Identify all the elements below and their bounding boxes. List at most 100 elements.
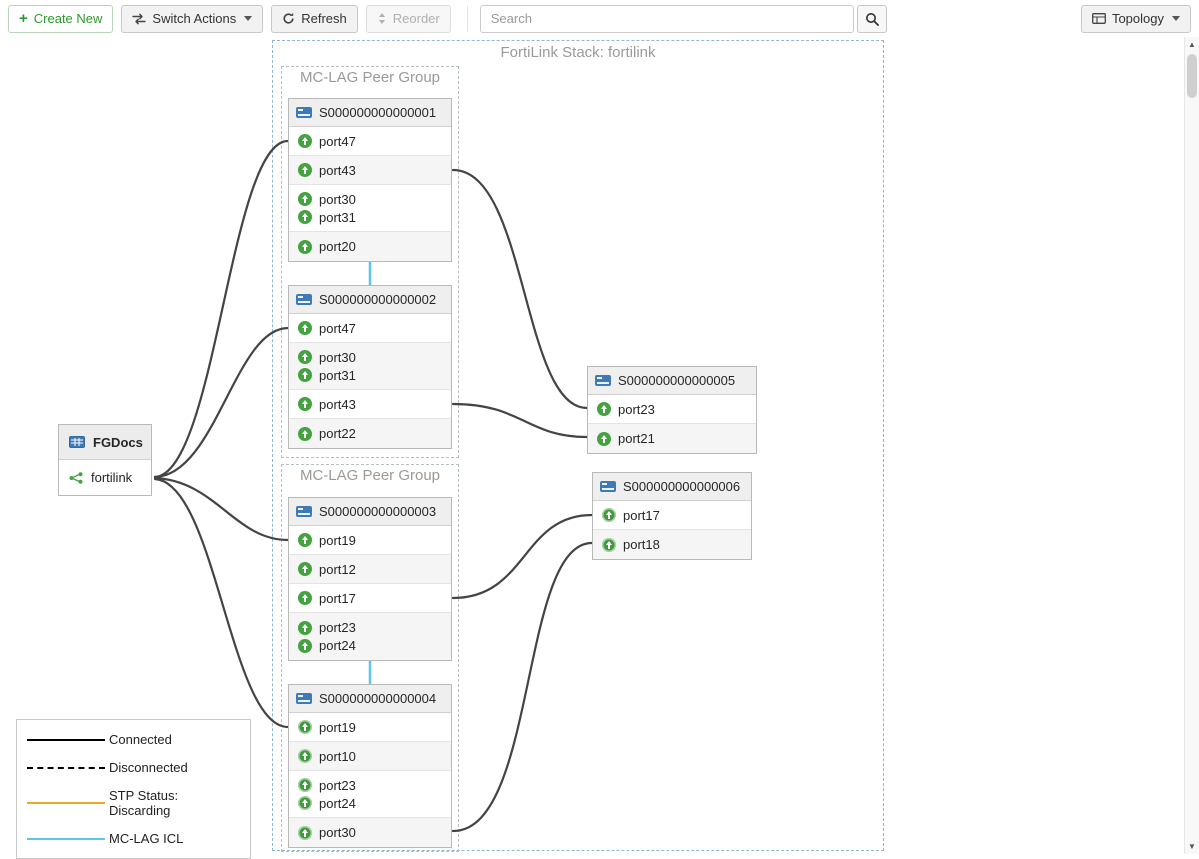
disconnected-line-sample <box>27 767 105 769</box>
switch-actions-button[interactable]: Switch Actions <box>121 5 263 33</box>
port-row[interactable]: port10 <box>289 742 451 771</box>
switch-header[interactable]: S000000000000002 <box>289 286 451 314</box>
switch-header[interactable]: S000000000000001 <box>289 99 451 127</box>
refresh-button[interactable]: Refresh <box>271 5 358 33</box>
port-label: port30 <box>319 350 356 365</box>
port-up-icon <box>597 432 611 446</box>
switch-node-s4[interactable]: S000000000000004 port19 port10 port23 po… <box>288 684 452 848</box>
vertical-scrollbar[interactable]: ▲ ▼ <box>1184 37 1199 854</box>
connection-fortilink-s4-port19 <box>155 479 288 727</box>
legend-label: Connected <box>109 732 172 747</box>
scrollbar-thumb[interactable] <box>1187 54 1197 98</box>
switch-icon <box>595 375 611 386</box>
port-lag-up-icon <box>298 796 312 810</box>
create-new-button[interactable]: + Create New <box>8 5 113 33</box>
switch-icon <box>296 107 312 118</box>
port-row[interactable]: port17 <box>289 584 451 613</box>
switch-node-s1[interactable]: S000000000000001 port47 port43 port30 po… <box>288 98 452 262</box>
port-row[interactable]: port23 port24 <box>289 771 451 818</box>
topology-icon <box>1092 13 1106 24</box>
switch-node-s3[interactable]: S000000000000003 port19 port12 port17 po… <box>288 497 452 661</box>
refresh-label: Refresh <box>301 11 347 26</box>
switch-actions-label: Switch Actions <box>152 11 236 26</box>
port-row[interactable]: port23 port24 <box>289 613 451 660</box>
scroll-down-arrow-icon[interactable]: ▼ <box>1185 839 1199 854</box>
port-label: port23 <box>618 402 655 417</box>
connection-fortilink-s3-port19 <box>155 478 288 540</box>
port-label: port30 <box>319 192 356 207</box>
topology-view-button[interactable]: Topology <box>1081 5 1191 33</box>
switch-icon <box>296 294 312 305</box>
port-row[interactable]: port43 <box>289 390 451 419</box>
switch-actions-icon <box>132 13 146 25</box>
port-row[interactable]: port30 port31 <box>289 185 451 232</box>
port-up-icon <box>597 402 611 416</box>
port-up-icon <box>298 240 312 254</box>
port-row[interactable]: port12 <box>289 555 451 584</box>
port-row[interactable]: port17 <box>593 501 751 530</box>
port-up-icon <box>298 210 312 224</box>
port-row[interactable]: port43 <box>289 156 451 185</box>
port-label: port24 <box>319 638 356 653</box>
port-lag-up-icon <box>602 508 616 522</box>
legend-item-connected: Connected <box>27 732 240 747</box>
reorder-button[interactable]: Reorder <box>366 5 451 33</box>
port-row[interactable]: port20 <box>289 232 451 261</box>
chevron-down-icon <box>244 16 252 21</box>
port-label: port17 <box>319 591 356 606</box>
refresh-icon <box>282 12 295 25</box>
legend-item-disconnected: Disconnected <box>27 760 240 775</box>
search-group <box>480 5 887 33</box>
port-label: port23 <box>319 620 356 635</box>
port-label: port22 <box>319 426 356 441</box>
port-label: port43 <box>319 163 356 178</box>
fortilink-stack-title: FortiLink Stack: fortilink <box>272 44 884 61</box>
fortilink-interface-row[interactable]: fortilink <box>59 460 151 495</box>
topology-label: Topology <box>1112 11 1164 26</box>
port-label: port31 <box>319 210 356 225</box>
mclag-peer-group-1-title: MC-LAG Peer Group <box>281 69 459 86</box>
legend: Connected Disconnected STP Status: Disca… <box>16 719 251 859</box>
port-up-icon <box>298 427 312 441</box>
switch-header[interactable]: S000000000000005 <box>588 367 756 395</box>
switch-node-s6[interactable]: S000000000000006 port17 port18 <box>592 472 752 560</box>
switch-header[interactable]: S000000000000006 <box>593 473 751 501</box>
port-row[interactable]: port47 <box>289 127 451 156</box>
port-label: port47 <box>319 321 356 336</box>
legend-item-mclag-icl: MC-LAG ICL <box>27 831 240 846</box>
port-row[interactable]: port21 <box>588 424 756 453</box>
topology-page: + Create New Switch Actions Refresh Reor… <box>0 0 1199 854</box>
port-row[interactable]: port18 <box>593 530 751 559</box>
port-row[interactable]: port23 <box>588 395 756 424</box>
switch-header[interactable]: S000000000000003 <box>289 498 451 526</box>
port-row[interactable]: port30 <box>289 818 451 847</box>
search-input[interactable] <box>480 5 854 33</box>
fortilink-interface-name: fortilink <box>91 470 132 485</box>
scroll-up-arrow-icon[interactable]: ▲ <box>1185 37 1199 52</box>
port-row[interactable]: port30 port31 <box>289 343 451 390</box>
fortigate-node[interactable]: FGDocs fortilink <box>58 424 152 496</box>
port-lag-up-icon <box>298 826 312 840</box>
port-up-icon <box>298 163 312 177</box>
mclag-icl-line-sample <box>27 838 105 840</box>
port-row[interactable]: port19 <box>289 713 451 742</box>
switch-icon <box>600 481 616 492</box>
switch-header[interactable]: S000000000000004 <box>289 685 451 713</box>
switch-name: S000000000000005 <box>618 373 735 388</box>
switch-name: S000000000000003 <box>319 504 436 519</box>
fortilink-icon <box>69 472 83 484</box>
port-row[interactable]: port22 <box>289 419 451 448</box>
fortigate-icon <box>69 436 85 448</box>
port-row[interactable]: port47 <box>289 314 451 343</box>
search-button[interactable] <box>857 5 887 33</box>
connection-fortilink-s2-port47 <box>155 328 288 477</box>
switch-node-s5[interactable]: S000000000000005 port23 port21 <box>587 366 757 454</box>
create-new-label: Create New <box>34 11 103 26</box>
search-icon <box>865 12 879 26</box>
switch-name: S000000000000004 <box>319 691 436 706</box>
port-up-icon <box>298 562 312 576</box>
port-up-icon <box>298 639 312 653</box>
port-row[interactable]: port19 <box>289 526 451 555</box>
fortigate-row[interactable]: FGDocs <box>59 425 151 460</box>
switch-node-s2[interactable]: S000000000000002 port47 port30 port31 po… <box>288 285 452 449</box>
